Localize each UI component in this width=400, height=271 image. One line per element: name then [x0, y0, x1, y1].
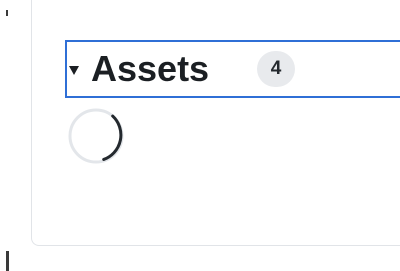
- disclosure-triangle-down-icon: [69, 65, 79, 75]
- text-fragment: [6, 10, 8, 16]
- assets-summary-toggle[interactable]: Assets 4: [65, 40, 400, 98]
- cropped-edge-fragment: [6, 251, 9, 271]
- loading-spinner-icon: [68, 108, 124, 164]
- assets-heading: Assets: [91, 48, 210, 89]
- screenshot-stage: Assets 4: [0, 0, 400, 271]
- spinner-arc: [102, 114, 123, 161]
- assets-count-badge: 4: [257, 51, 296, 87]
